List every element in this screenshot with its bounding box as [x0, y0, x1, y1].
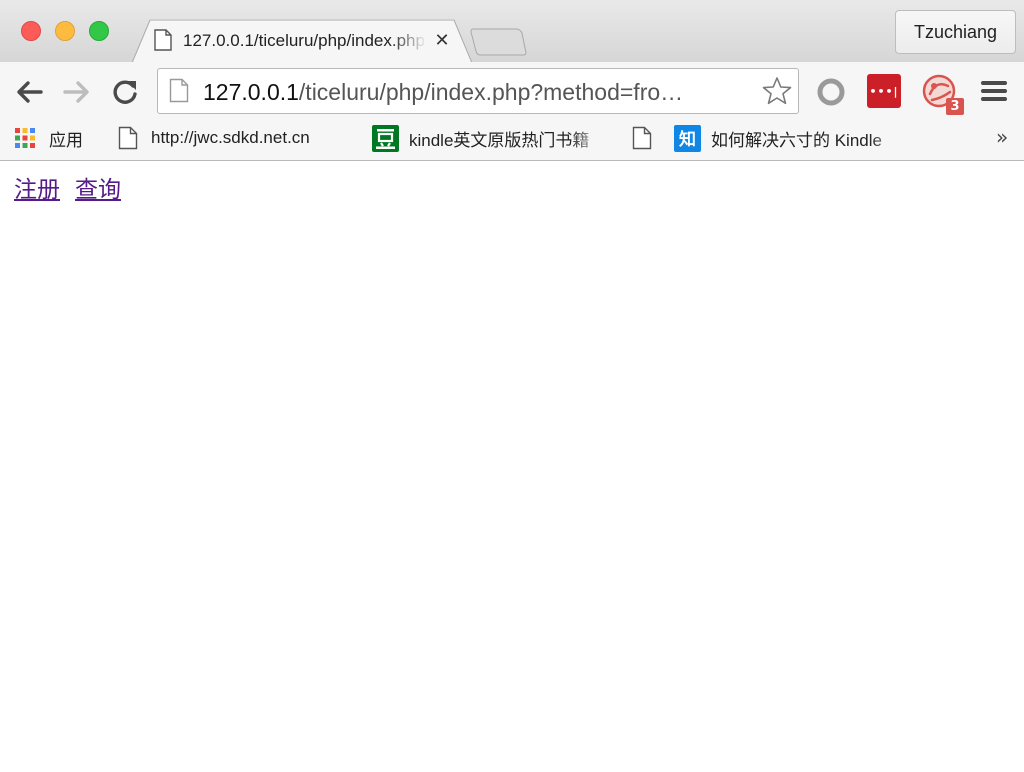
- page-info-icon[interactable]: [169, 78, 189, 103]
- apps-grid-icon: [15, 128, 35, 148]
- window-minimize-button[interactable]: [55, 21, 75, 41]
- bookmark-jwc[interactable]: http://jwc.sdkd.net.cn: [118, 122, 350, 154]
- lastpass-icon[interactable]: •••|: [867, 74, 901, 108]
- menu-hamburger-icon[interactable]: [980, 79, 1008, 103]
- profile-button[interactable]: Tzuchiang: [895, 10, 1016, 54]
- window-zoom-button[interactable]: [89, 21, 109, 41]
- bookmark-label: 应用: [49, 130, 83, 150]
- bookmark-kindle-books[interactable]: kindle英文原版热门书籍: [372, 122, 612, 154]
- bookmark-apps[interactable]: 应用: [14, 122, 94, 154]
- bookmark-label: 如何解决六寸的 Kindle: [711, 130, 882, 150]
- tab-title: 127.0.0.1/ticeluru/php/index.php: [183, 31, 425, 50]
- bookmark-star-icon[interactable]: [761, 76, 793, 106]
- url-text[interactable]: 127.0.0.1/ticeluru/php/index.php?method=…: [203, 78, 751, 106]
- page-icon: [154, 29, 172, 51]
- new-tab-button[interactable]: [470, 27, 528, 57]
- bookmark-untitled[interactable]: [632, 122, 656, 154]
- extension-ring-icon[interactable]: [815, 76, 847, 108]
- svg-text:知: 知: [678, 129, 696, 150]
- url-ellipsis: …: [660, 79, 684, 105]
- bookmark-zhihu[interactable]: 知 如何解决六寸的 Kindle: [674, 122, 912, 154]
- page-icon: [632, 126, 652, 150]
- window-close-button[interactable]: [21, 21, 41, 41]
- bookmark-label: kindle英文原版热门书籍: [409, 130, 590, 150]
- tab-close-icon[interactable]: ✕: [432, 30, 452, 52]
- zhihu-icon: 知: [674, 124, 701, 152]
- bookmark-label: http://jwc.sdkd.net.cn: [151, 128, 310, 147]
- page-content: [0, 162, 1024, 772]
- url-host: 127.0.0.1: [203, 79, 299, 105]
- query-link[interactable]: 查询: [75, 177, 121, 203]
- url-path: /ticeluru/php/index.php?method=fro: [298, 79, 661, 105]
- page-icon: [118, 126, 138, 150]
- back-arrow-icon[interactable]: [14, 77, 44, 107]
- extension-badge-icon[interactable]: [920, 72, 966, 118]
- reload-icon[interactable]: [110, 77, 140, 107]
- register-link[interactable]: 注册: [14, 177, 60, 203]
- douban-icon: [372, 124, 399, 152]
- forward-arrow-icon[interactable]: [62, 77, 92, 107]
- bookmarks-overflow-icon[interactable]: »: [996, 126, 1008, 148]
